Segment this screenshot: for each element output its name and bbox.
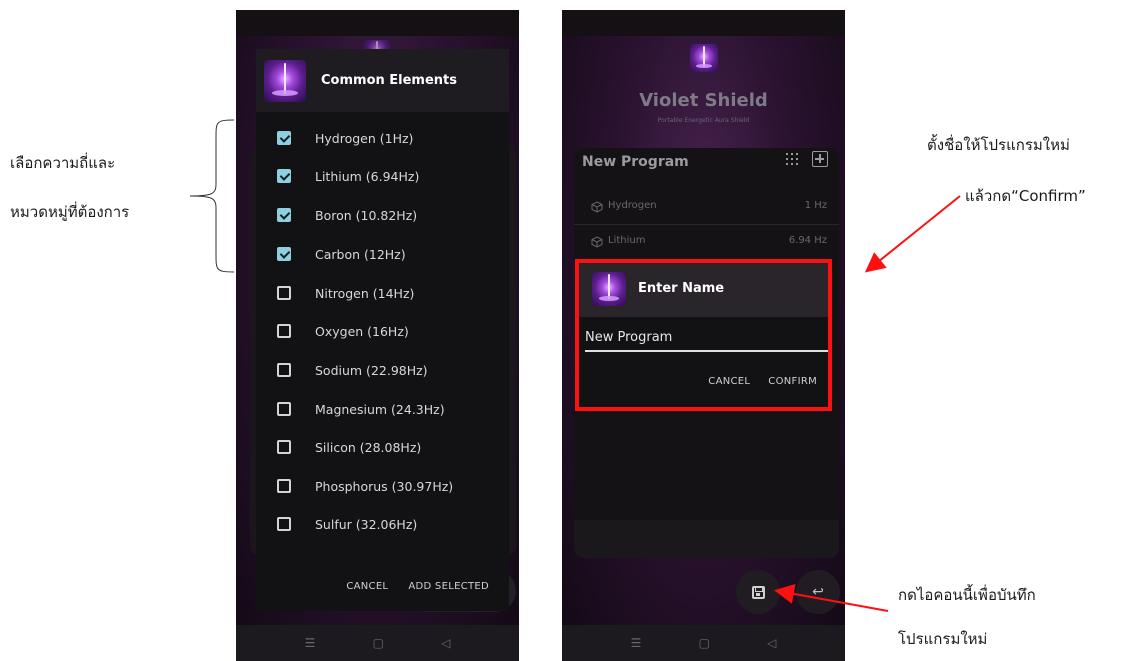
cube-icon bbox=[591, 201, 603, 213]
dialog-header: Enter Name bbox=[578, 260, 829, 317]
curly-brace bbox=[189, 119, 235, 273]
checkbox-checked-icon[interactable] bbox=[277, 208, 291, 222]
program-name-input[interactable] bbox=[585, 328, 829, 352]
back-triangle-icon[interactable]: ◁ bbox=[441, 636, 450, 650]
list-item-label: Phosphorus (30.97Hz) bbox=[315, 478, 454, 494]
checkbox-icon[interactable] bbox=[277, 324, 291, 338]
list-item-label: Sulfur (32.06Hz) bbox=[315, 516, 418, 532]
dialog-actions: CANCEL CONFIRM bbox=[708, 376, 817, 387]
divider bbox=[574, 224, 839, 225]
annotation-right-bottom-line1: กดไอคอนนี้เพื่อบันทึก bbox=[898, 586, 1036, 604]
checkbox-icon[interactable] bbox=[277, 440, 291, 454]
checkbox-checked-icon[interactable] bbox=[277, 131, 291, 145]
list-item-label: Sodium (22.98Hz) bbox=[315, 362, 428, 378]
save-button[interactable] bbox=[736, 570, 780, 614]
status-bar bbox=[236, 10, 519, 36]
add-box-icon[interactable] bbox=[812, 151, 828, 167]
menu-icon[interactable]: ☰ bbox=[631, 636, 642, 650]
back-triangle-icon[interactable]: ◁ bbox=[767, 636, 776, 650]
list-item-nitrogen[interactable]: Nitrogen (14Hz) bbox=[256, 274, 509, 312]
enter-name-dialog: Enter Name CANCEL CONFIRM bbox=[578, 260, 829, 406]
home-square-icon[interactable]: ▢ bbox=[699, 636, 710, 650]
app-logo-icon bbox=[690, 44, 718, 72]
list-item-label: Silicon (28.08Hz) bbox=[315, 439, 422, 455]
grid-icon[interactable] bbox=[786, 153, 800, 167]
list-item-lithium[interactable]: Lithium (6.94Hz) bbox=[256, 157, 509, 195]
navigation-bar: ☰ ▢ ◁ bbox=[236, 625, 519, 661]
common-elements-dialog: Common Elements Hydrogen (1Hz) Lithium (… bbox=[256, 49, 509, 611]
checkbox-icon[interactable] bbox=[277, 286, 291, 300]
list-item-label: Carbon (12Hz) bbox=[315, 246, 406, 262]
back-button[interactable]: ↩ bbox=[796, 570, 840, 614]
dialog-actions: CANCEL ADD SELECTED bbox=[256, 561, 509, 611]
checkbox-icon[interactable] bbox=[277, 517, 291, 531]
confirm-button[interactable]: CONFIRM bbox=[768, 376, 817, 387]
list-item-label: Oxygen (16Hz) bbox=[315, 323, 409, 339]
checkbox-icon[interactable] bbox=[277, 363, 291, 377]
list-item-silicon[interactable]: Silicon (28.08Hz) bbox=[256, 428, 509, 466]
dialog-title: Common Elements bbox=[321, 73, 457, 88]
program-item-frequency: 6.94 Hz bbox=[788, 235, 827, 246]
app-title: Violet Shield bbox=[639, 90, 768, 111]
save-floppy-icon bbox=[751, 585, 765, 599]
app-subtitle: Portable Energetic Aura Shield bbox=[657, 117, 750, 124]
program-item-frequency: 1 Hz bbox=[804, 200, 827, 211]
list-item-boron[interactable]: Boron (10.82Hz) bbox=[256, 196, 509, 234]
annotation-right-top-line2: แล้วกด“Confirm” bbox=[965, 187, 1086, 205]
list-item-sodium[interactable]: Sodium (22.98Hz) bbox=[256, 351, 509, 389]
checkbox-checked-icon[interactable] bbox=[277, 247, 291, 261]
cube-icon bbox=[591, 236, 603, 248]
program-item-name: Lithium bbox=[608, 235, 646, 246]
list-item-phosphorus[interactable]: Phosphorus (30.97Hz) bbox=[256, 467, 509, 505]
cancel-button[interactable]: CANCEL bbox=[346, 581, 388, 592]
dialog-title: Enter Name bbox=[638, 281, 725, 296]
list-item-label: Hydrogen (1Hz) bbox=[315, 130, 414, 146]
element-list: Hydrogen (1Hz) Lithium (6.94Hz) Boron (1… bbox=[256, 112, 509, 567]
left-phone-screen: Common Elements Hydrogen (1Hz) Lithium (… bbox=[236, 10, 519, 661]
annotation-right-bottom-line2: โปรแกรมใหม่ bbox=[898, 630, 988, 648]
checkbox-icon[interactable] bbox=[277, 402, 291, 416]
list-item-label: Boron (10.82Hz) bbox=[315, 207, 418, 223]
checkbox-checked-icon[interactable] bbox=[277, 169, 291, 183]
add-selected-button[interactable]: ADD SELECTED bbox=[408, 581, 489, 592]
list-item-label: Nitrogen (14Hz) bbox=[315, 285, 415, 301]
list-item-label: Magnesium (24.3Hz) bbox=[315, 401, 445, 417]
program-title: New Program bbox=[582, 154, 689, 170]
right-phone-screen: Violet Shield Portable Energetic Aura Sh… bbox=[562, 10, 845, 661]
program-item-name: Hydrogen bbox=[608, 200, 657, 211]
list-item-hydrogen[interactable]: Hydrogen (1Hz) bbox=[256, 119, 509, 157]
menu-icon[interactable]: ☰ bbox=[305, 636, 316, 650]
list-item-magnesium[interactable]: Magnesium (24.3Hz) bbox=[256, 390, 509, 428]
return-arrow-icon: ↩ bbox=[812, 584, 824, 600]
home-square-icon[interactable]: ▢ bbox=[373, 636, 384, 650]
app-logo-icon bbox=[592, 271, 626, 306]
program-item[interactable]: Lithium 6.94 Hz bbox=[574, 227, 839, 257]
list-item-label: Lithium (6.94Hz) bbox=[315, 168, 420, 184]
dialog-header: Common Elements bbox=[256, 49, 509, 112]
annotation-left-line1: เลือกความถี่และ bbox=[10, 154, 116, 172]
cancel-button[interactable]: CANCEL bbox=[708, 376, 750, 387]
annotation-right-top-line1: ตั้งชื่อให้โปรแกรมใหม่ bbox=[927, 136, 1070, 154]
program-card-footer bbox=[574, 520, 839, 558]
checkbox-icon[interactable] bbox=[277, 479, 291, 493]
annotation-left-line2: หมวดหมู่ที่ต้องการ bbox=[10, 203, 130, 221]
program-item[interactable]: Hydrogen 1 Hz bbox=[574, 192, 839, 222]
list-item-carbon[interactable]: Carbon (12Hz) bbox=[256, 235, 509, 273]
status-bar bbox=[562, 10, 845, 36]
app-logo-icon bbox=[264, 59, 306, 102]
navigation-bar: ☰ ▢ ◁ bbox=[562, 625, 845, 661]
list-item-oxygen[interactable]: Oxygen (16Hz) bbox=[256, 312, 509, 350]
list-item-sulfur[interactable]: Sulfur (32.06Hz) bbox=[256, 505, 509, 543]
